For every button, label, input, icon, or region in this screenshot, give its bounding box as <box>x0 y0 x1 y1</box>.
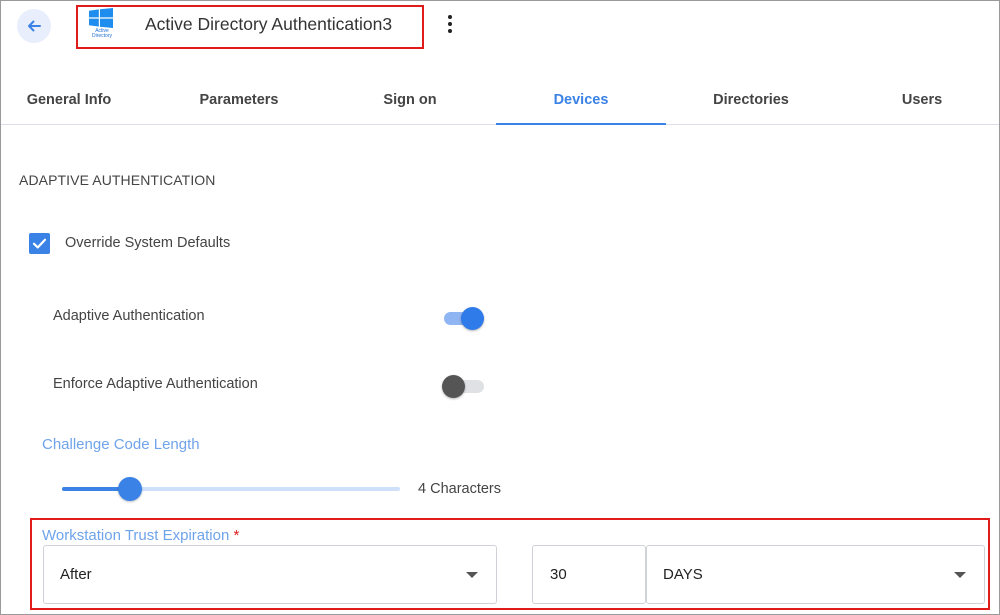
challenge-code-label: Challenge Code Length <box>42 436 200 453</box>
trust-expiration-label: Workstation Trust Expiration * <box>42 527 240 544</box>
expiration-amount-input[interactable]: 30 <box>532 545 646 604</box>
logo-caption: Active Directory <box>91 28 112 39</box>
more-vertical-icon[interactable] <box>441 12 459 36</box>
challenge-code-value: 4 Characters <box>418 481 502 497</box>
check-icon <box>32 238 47 249</box>
adaptive-auth-toggle[interactable] <box>442 305 486 331</box>
back-button[interactable] <box>17 9 51 43</box>
expiration-unit-value: DAYS <box>663 566 703 583</box>
expiration-amount-value: 30 <box>550 566 567 583</box>
adaptive-auth-label: Adaptive Authentication <box>53 308 205 324</box>
override-defaults-checkbox[interactable] <box>29 233 50 254</box>
windows-icon <box>89 8 113 28</box>
caret-down-icon <box>466 571 478 578</box>
required-mark: * <box>233 527 240 544</box>
enforce-adaptive-auth-toggle[interactable] <box>442 373 486 399</box>
active-directory-logo: Active Directory <box>87 8 115 44</box>
tab-bar: General Info Parameters Sign on Devices … <box>0 76 1000 125</box>
app-title: Active Directory Authentication3 <box>145 14 393 34</box>
arrow-left-icon <box>28 20 41 32</box>
slider-thumb[interactable] <box>118 477 142 501</box>
enforce-adaptive-auth-label: Enforce Adaptive Authentication <box>53 376 258 392</box>
tab-sign-on[interactable]: Sign on <box>325 76 495 124</box>
override-defaults-label: Override System Defaults <box>65 235 231 251</box>
expiration-unit-select[interactable]: DAYS <box>646 545 985 604</box>
section-title: ADAPTIVE AUTHENTICATION <box>19 172 216 188</box>
tab-general-info[interactable]: General Info <box>0 76 154 124</box>
expiration-mode-select[interactable]: After <box>43 545 497 604</box>
challenge-code-slider[interactable] <box>62 476 402 502</box>
caret-down-icon <box>954 571 966 578</box>
expiration-mode-value: After <box>60 566 92 583</box>
tab-parameters[interactable]: Parameters <box>154 76 324 124</box>
tab-users[interactable]: Users <box>837 76 1000 124</box>
tab-directories[interactable]: Directories <box>666 76 836 124</box>
tab-devices[interactable]: Devices <box>496 76 666 125</box>
